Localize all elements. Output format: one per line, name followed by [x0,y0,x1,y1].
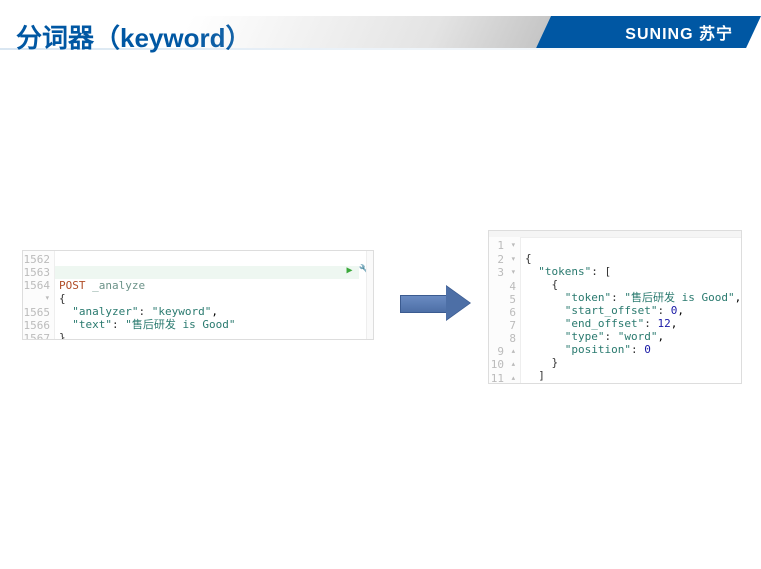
line-number: 1567 ▴ [23,332,50,341]
panel-scrollbar [366,251,373,339]
line-number: 5 [489,293,516,306]
title-underline [0,48,761,50]
arrow-icon [400,288,472,318]
response-gutter: 1 ▾ 2 ▾ 3 ▾ 4 5 6 7 8 9 ▴ 10 ▴ 11 ▴ [489,237,521,383]
json-key: "start_offset" [565,304,658,317]
logo-gray-skew [176,16,551,48]
endpoint: _analyze [92,279,145,292]
json-key: "position" [565,343,631,356]
json-value: 12 [657,317,670,330]
line-number: 1562 [23,253,50,266]
line-number: 1563 [23,266,50,279]
request-code-body: POST _analyze { "analyzer": "keyword", "… [59,251,373,339]
logo-text: SUNING 苏宁 [625,20,733,44]
json-value: 0 [644,343,651,356]
json-key: "token" [565,291,611,304]
logo-brand: SUNING [625,26,693,43]
brace-open: { [552,278,559,291]
line-number: 2 ▾ [489,253,516,267]
request-code-panel: 1562 1563 1564 ▾ 1565 1566 1567 ▴ 1568 1… [22,250,374,340]
line-number: 11 ▴ [489,372,516,385]
line-number: 1 ▾ [489,239,516,253]
brace-open: { [525,252,532,265]
logo-cn: 苏宁 [699,26,733,43]
json-value: "keyword" [152,305,212,318]
slide-content: 1562 1563 1564 ▾ 1565 1566 1567 ▴ 1568 1… [0,60,761,569]
http-method: POST [59,279,86,292]
json-key: "tokens" [538,265,591,278]
request-gutter: 1562 1563 1564 ▾ 1565 1566 1567 ▴ 1568 1… [23,251,55,339]
brace-close: } [525,382,532,384]
line-number: 6 [489,306,516,319]
json-key: "type" [565,330,605,343]
json-value: "售后研发 is Good" [624,291,734,304]
brace-open: { [59,292,66,305]
line-number: 8 [489,332,516,345]
logo-band: SUNING 苏宁 [551,16,761,48]
run-icon[interactable]: ▶ [346,265,352,276]
json-value: "售后研发 is Good" [125,318,235,331]
json-key: "end_offset" [565,317,644,330]
line-number: 9 ▴ [489,345,516,359]
slide-header: 分词器（keyword） SUNING 苏宁 [0,0,761,60]
line-number: 1565 [23,306,50,319]
brace-close: } [552,356,559,369]
line-number: 3 ▾ [489,266,516,280]
json-key: "text" [72,318,112,331]
array-open: [ [604,265,611,278]
line-number: 4 [489,280,516,293]
response-code-body: { "tokens": [ { "token": "售后研发 is Good",… [525,237,741,383]
line-number: 1566 [23,319,50,332]
line-number: 10 ▴ [489,358,516,372]
array-close: ] [538,369,545,382]
line-number: 7 [489,319,516,332]
json-key: "analyzer" [72,305,138,318]
line-number: 1564 ▾ [23,279,50,306]
json-value: "word" [618,330,658,343]
brace-close: } [59,331,66,340]
response-code-panel: 1 ▾ 2 ▾ 3 ▾ 4 5 6 7 8 9 ▴ 10 ▴ 11 ▴ { "t… [488,230,742,384]
